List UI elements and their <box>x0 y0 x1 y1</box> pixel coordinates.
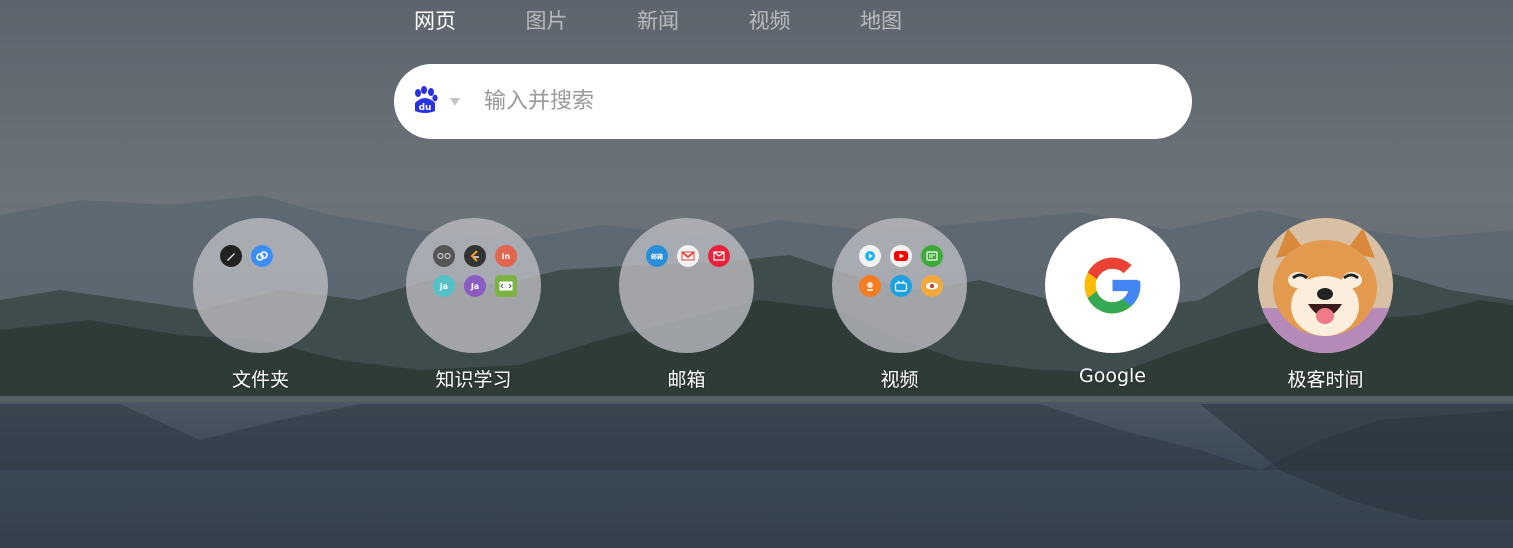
baidu-paw-icon: du <box>410 85 440 119</box>
folder-bubble: 邮箱 <box>619 218 754 353</box>
mail-163-icon: 邮箱 <box>646 245 668 267</box>
iqiyi-icon <box>921 245 943 267</box>
shortcut-label: Google <box>1078 365 1146 387</box>
google-icon <box>1079 252 1146 323</box>
shortcut-google[interactable]: Google <box>1045 218 1180 387</box>
shortcut-geektime[interactable]: 极客时间 <box>1258 218 1393 392</box>
shortcut-mail[interactable]: 邮箱 邮箱 <box>619 218 754 392</box>
ja-icon: ja <box>433 275 455 297</box>
shortcut-label: 极客时间 <box>1287 369 1364 391</box>
in-icon-text: in <box>501 251 511 261</box>
bilibili-icon <box>890 275 912 297</box>
code-icon <box>495 275 517 297</box>
shortcut-label: 邮箱 <box>667 369 706 391</box>
mgtv-icon <box>859 275 881 297</box>
tab-video[interactable]: 视频 <box>737 6 849 36</box>
search-engine-selector[interactable]: du <box>410 85 460 119</box>
ja-icon-text: ja <box>439 281 449 291</box>
shortcut-video[interactable]: 视频 <box>832 218 967 392</box>
search-input[interactable] <box>484 89 1144 114</box>
tab-images[interactable]: 图片 <box>514 6 626 36</box>
eye-icon <box>921 275 943 297</box>
tab-map[interactable]: 地图 <box>848 6 960 36</box>
shortcut-label: 文件夹 <box>231 369 289 391</box>
leetcode-icon <box>464 245 486 267</box>
ja-upper-icon: Ja <box>464 275 486 297</box>
site-bubble <box>1258 218 1393 353</box>
site-bubble <box>1045 218 1180 353</box>
search-bar: du <box>394 64 1192 139</box>
gmail-icon <box>677 245 699 267</box>
folder-bubble <box>832 218 967 353</box>
cloud-link-icon <box>251 245 273 267</box>
youtube-icon <box>890 245 912 267</box>
shortcut-folder[interactable]: 文件夹 <box>193 218 328 392</box>
tab-news[interactable]: 新闻 <box>625 6 737 36</box>
svg-text:du: du <box>419 103 432 113</box>
shortcut-knowledge[interactable]: in ja Ja 知识学习 <box>406 218 541 392</box>
folder-bubble: in ja Ja <box>406 218 541 353</box>
mail-red-icon <box>708 245 730 267</box>
youku-icon <box>859 245 881 267</box>
pen-icon <box>220 245 242 267</box>
glasses-icon <box>433 245 455 267</box>
ja-upper-icon-text: Ja <box>470 281 480 291</box>
shortcut-label: 视频 <box>880 369 919 391</box>
tab-web[interactable]: 网页 <box>402 6 514 36</box>
shiba-avatar-icon <box>1258 218 1393 353</box>
mail-163-icon-text: 邮箱 <box>650 253 663 261</box>
in-icon: in <box>495 245 517 267</box>
search-category-tabs: 网页 图片 新闻 视频 地图 <box>402 6 960 36</box>
folder-bubble <box>193 218 328 353</box>
chevron-down-icon <box>450 97 460 106</box>
shortcut-label: 知识学习 <box>435 369 512 391</box>
